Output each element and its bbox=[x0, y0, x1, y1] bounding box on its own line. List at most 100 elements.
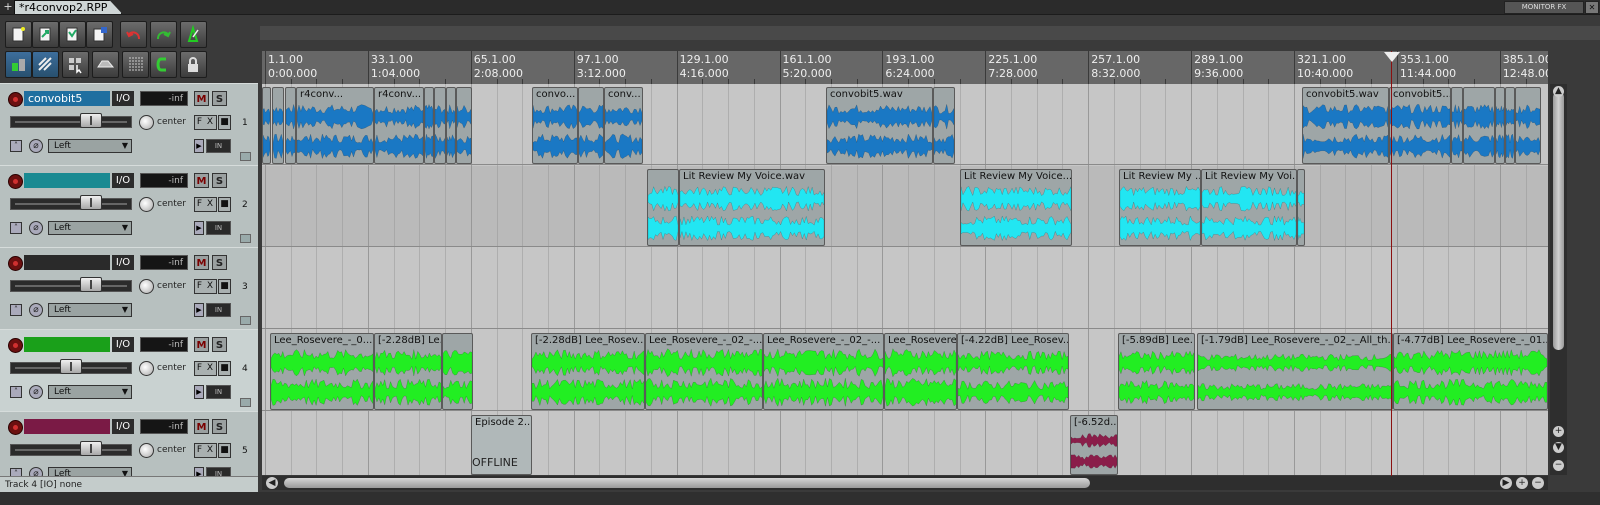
routing-io-button[interactable]: I/O bbox=[112, 337, 134, 352]
fx-bypass-button[interactable]: ■ bbox=[218, 361, 231, 376]
playhead-marker-icon[interactable] bbox=[1384, 52, 1400, 62]
routing-io-button[interactable]: I/O bbox=[112, 173, 134, 188]
media-item[interactable]: conv... bbox=[604, 87, 643, 164]
new-project-icon[interactable] bbox=[5, 21, 32, 48]
input-monitor-button[interactable]: IN bbox=[206, 139, 231, 153]
record-input-select[interactable]: Left ▼ bbox=[48, 385, 132, 399]
media-item[interactable]: Lit Review My ... bbox=[1119, 169, 1201, 246]
media-item[interactable] bbox=[262, 87, 271, 164]
media-item[interactable] bbox=[456, 87, 472, 164]
fx-button[interactable]: F X bbox=[194, 197, 217, 212]
scroll-down-icon[interactable]: ▼ bbox=[1553, 442, 1564, 453]
folder-icon[interactable] bbox=[240, 234, 251, 243]
arrange-view[interactable]: r4conv... r4conv... convo... conv... convobi… bbox=[262, 84, 1548, 475]
media-item[interactable] bbox=[1495, 87, 1505, 164]
media-item[interactable] bbox=[272, 87, 284, 164]
track-panel[interactable]: I/O -inf M Scenter F X ■ ˄ ⌀ Left ▼ ▶ IN 2 bbox=[0, 165, 258, 248]
mute-button[interactable]: M bbox=[194, 419, 209, 434]
media-item[interactable] bbox=[1297, 169, 1305, 246]
solo-button[interactable]: S bbox=[212, 173, 227, 188]
item-grouping-icon[interactable] bbox=[62, 51, 89, 78]
track-lane[interactable] bbox=[262, 248, 1548, 329]
automation-icon[interactable]: ˄ bbox=[10, 386, 22, 398]
grid-snap-icon[interactable] bbox=[5, 51, 32, 78]
solo-button[interactable]: S bbox=[212, 91, 227, 106]
fx-bypass-button[interactable]: ■ bbox=[218, 279, 231, 294]
media-item[interactable]: [-4.77dB] Lee_Rosevere_-_01... bbox=[1393, 333, 1548, 410]
volume-fader-thumb[interactable] bbox=[59, 359, 82, 374]
input-monitor-button[interactable]: IN bbox=[206, 221, 231, 235]
track-panel[interactable]: convobit5 I/O -inf M Scenter F X ■ ˄ ⌀ Left ▼ ▶ IN 1 bbox=[0, 83, 258, 166]
volume-fader[interactable] bbox=[10, 198, 132, 210]
monitor-toggle-icon[interactable]: ▶ bbox=[194, 385, 204, 399]
media-item[interactable] bbox=[446, 87, 456, 164]
monitor-fx-bypass-button[interactable]: ✕ bbox=[1585, 1, 1599, 14]
media-item[interactable] bbox=[578, 87, 604, 164]
mute-button[interactable]: M bbox=[194, 337, 209, 352]
fx-bypass-button[interactable]: ■ bbox=[218, 115, 231, 130]
volume-fader-thumb[interactable] bbox=[80, 441, 103, 456]
media-item[interactable] bbox=[1463, 87, 1495, 164]
volume-fader[interactable] bbox=[10, 116, 132, 128]
volume-fader[interactable] bbox=[10, 444, 132, 456]
envelope-lock-icon[interactable] bbox=[92, 51, 119, 78]
metronome-icon[interactable] bbox=[180, 21, 207, 48]
monitor-toggle-icon[interactable]: ▶ bbox=[194, 303, 204, 317]
zoom-in-horizontal-icon[interactable]: + bbox=[1516, 477, 1528, 489]
loop-icon[interactable] bbox=[150, 51, 177, 78]
track-name-field[interactable] bbox=[24, 255, 110, 270]
timeline-ruler[interactable]: 1.1.00 0:00.000 33.1.00 1:04.000 65.1.00 2:08… bbox=[262, 51, 1548, 84]
track-name-field[interactable] bbox=[24, 419, 110, 434]
mute-button[interactable]: M bbox=[194, 173, 209, 188]
media-item[interactable]: [-1.79dB] Lee_Rosevere_-_02_-_All_th... bbox=[1197, 333, 1393, 410]
record-arm-button[interactable] bbox=[8, 174, 23, 189]
track-name-field[interactable] bbox=[24, 337, 110, 352]
media-item[interactable]: [-2.28dB] Le... bbox=[374, 333, 442, 410]
fx-button[interactable]: F X bbox=[194, 443, 217, 458]
media-item[interactable]: Lee_Rosevere_-_02_-... bbox=[645, 333, 763, 410]
project-settings-icon[interactable] bbox=[86, 21, 113, 48]
media-item[interactable] bbox=[647, 169, 679, 246]
scroll-right-icon[interactable]: ▶ bbox=[1500, 477, 1512, 489]
folder-icon[interactable] bbox=[240, 152, 251, 161]
pan-knob[interactable] bbox=[139, 361, 154, 376]
media-item[interactable]: convobit5... bbox=[1389, 87, 1451, 164]
media-item[interactable] bbox=[424, 87, 434, 164]
input-monitor-button[interactable]: IN bbox=[206, 385, 231, 399]
folder-icon[interactable] bbox=[240, 316, 251, 325]
fx-button[interactable]: F X bbox=[194, 115, 217, 130]
zoom-out-vertical-icon[interactable]: − bbox=[1553, 460, 1564, 471]
automation-icon[interactable]: ˄ bbox=[10, 222, 22, 234]
record-input-select[interactable]: Left ▼ bbox=[48, 139, 132, 153]
vertical-scroll-thumb[interactable] bbox=[1553, 92, 1564, 350]
record-arm-button[interactable] bbox=[8, 420, 23, 435]
solo-button[interactable]: S bbox=[212, 255, 227, 270]
media-item[interactable]: convobit5.wav bbox=[826, 87, 933, 164]
track-name-field[interactable]: convobit5 bbox=[24, 91, 110, 106]
redo-icon[interactable] bbox=[150, 21, 177, 48]
project-tab[interactable]: *r4convop2.RPP bbox=[14, 0, 123, 14]
pan-knob[interactable] bbox=[139, 197, 154, 212]
media-item[interactable] bbox=[442, 333, 473, 410]
media-item[interactable] bbox=[1515, 87, 1541, 164]
media-item[interactable]: r4conv... bbox=[296, 87, 374, 164]
media-item[interactable]: [-6.52d... bbox=[1070, 415, 1118, 475]
pan-knob[interactable] bbox=[139, 279, 154, 294]
media-item[interactable]: Lee_Rosevere_-_02_-... bbox=[763, 333, 884, 410]
track-panel[interactable]: I/O -inf M Scenter F X ■ ˄ ⌀ Left ▼ ▶ IN 4 bbox=[0, 329, 258, 412]
media-item[interactable]: Lit Review My Voice.... bbox=[960, 169, 1072, 246]
routing-io-button[interactable]: I/O bbox=[112, 91, 134, 106]
media-item[interactable] bbox=[1505, 87, 1515, 164]
track-name-field[interactable] bbox=[24, 173, 110, 188]
media-item[interactable]: [-5.89dB] Lee... bbox=[1118, 333, 1195, 410]
fx-bypass-button[interactable]: ■ bbox=[218, 197, 231, 212]
open-project-icon[interactable] bbox=[32, 21, 59, 48]
routing-io-button[interactable]: I/O bbox=[112, 255, 134, 270]
record-input-select[interactable]: Left ▼ bbox=[48, 221, 132, 235]
media-item[interactable]: convobit5.wav bbox=[1302, 87, 1389, 164]
solo-button[interactable]: S bbox=[212, 419, 227, 434]
routing-io-button[interactable]: I/O bbox=[112, 419, 134, 434]
phase-invert-icon[interactable]: ⌀ bbox=[29, 303, 43, 317]
media-item[interactable] bbox=[1451, 87, 1463, 164]
record-arm-button[interactable] bbox=[8, 338, 23, 353]
